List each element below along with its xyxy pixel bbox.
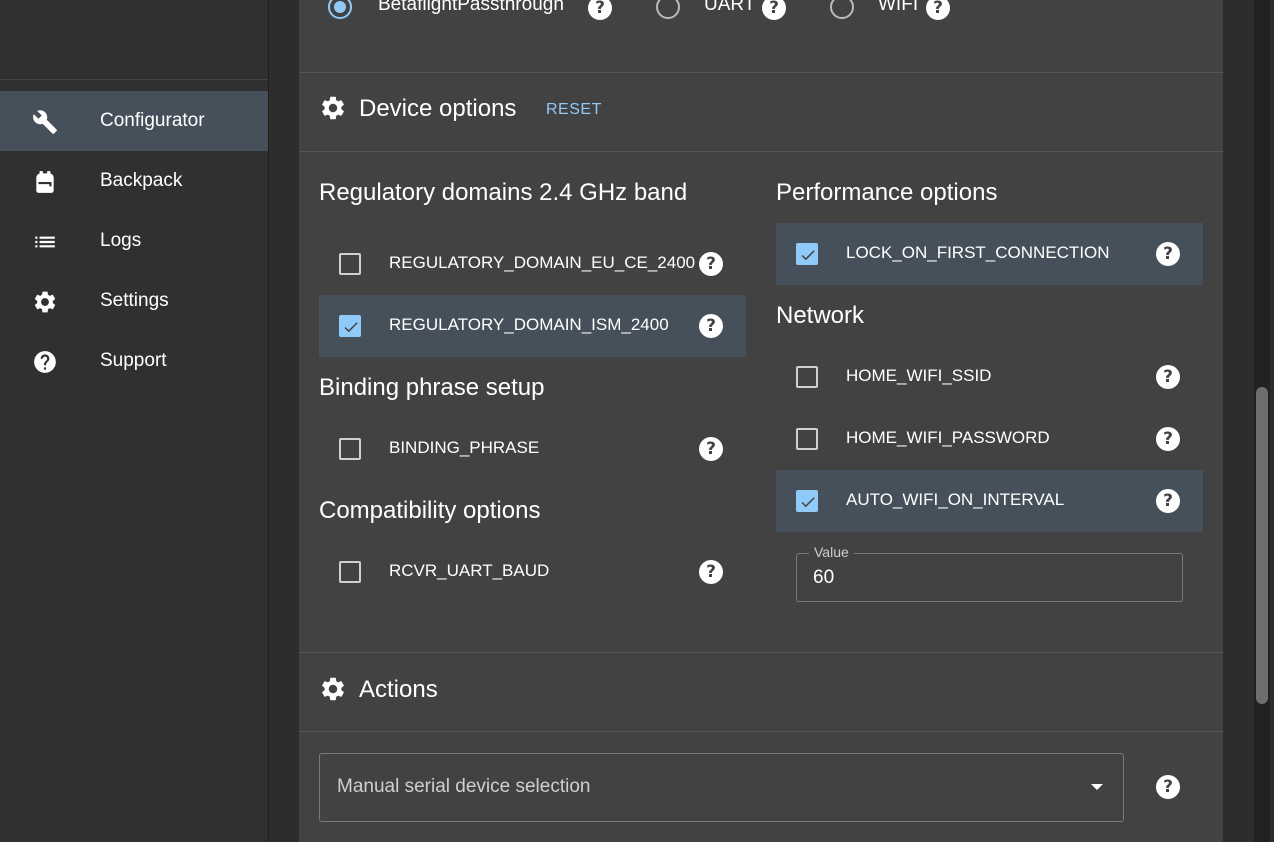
option-label: REGULATORY_DOMAIN_ISM_2400 (389, 315, 669, 334)
checkbox[interactable] (339, 315, 361, 337)
gear-icon (322, 96, 344, 120)
help-icon[interactable]: ? (762, 0, 786, 20)
sidebar-item-label: Backpack (100, 170, 183, 191)
radio-betaflight-passthrough[interactable] (328, 0, 352, 19)
option-label: HOME_WIFI_SSID (846, 366, 992, 385)
check-icon (801, 250, 815, 261)
option-regulatory-eu-ce-2400[interactable]: REGULATORY_DOMAIN_EU_CE_2400 ? (319, 233, 746, 295)
sidebar-item-settings[interactable]: Settings (0, 271, 268, 331)
scrollbar-thumb[interactable] (1256, 387, 1268, 704)
help-icon[interactable]: ? (926, 0, 950, 20)
checkbox[interactable] (796, 428, 818, 450)
divider (299, 72, 1223, 73)
main-content: BetaflightPassthrough ? UART ? WIFI ? De… (269, 0, 1274, 842)
serial-device-select[interactable]: Manual serial device selection (319, 753, 1124, 822)
option-label: REGULATORY_DOMAIN_EU_CE_2400 (389, 253, 696, 272)
option-label: LOCK_ON_FIRST_CONNECTION (846, 243, 1110, 262)
chevron-down-icon (1091, 784, 1103, 790)
reset-button[interactable]: RESET (546, 101, 602, 119)
check-icon (344, 322, 358, 333)
performance-options-title: Performance options (776, 179, 998, 206)
radio-label: BetaflightPassthrough (378, 0, 564, 15)
checkbox[interactable] (339, 438, 361, 460)
divider (299, 731, 1223, 732)
option-home-wifi-password[interactable]: HOME_WIFI_PASSWORD ? (776, 408, 1203, 470)
option-lock-on-first-connection[interactable]: LOCK_ON_FIRST_CONNECTION ? (776, 223, 1203, 285)
radio-uart[interactable] (656, 0, 680, 19)
option-regulatory-ism-2400[interactable]: REGULATORY_DOMAIN_ISM_2400 ? (319, 295, 746, 357)
check-icon (801, 497, 815, 508)
help-icon[interactable]: ? (1156, 489, 1180, 513)
help-icon[interactable]: ? (699, 252, 723, 276)
divider (299, 652, 1223, 653)
help-icon[interactable]: ? (699, 560, 723, 584)
sidebar-item-label: Support (100, 350, 167, 371)
help-icon[interactable]: ? (1156, 242, 1180, 266)
wrench-icon (33, 110, 57, 134)
gear-icon (34, 291, 56, 313)
help-icon[interactable]: ? (699, 437, 723, 461)
auto-wifi-interval-field[interactable]: Value (796, 544, 1183, 602)
device-options-title: Device options (359, 95, 517, 122)
checkbox[interactable] (796, 243, 818, 265)
options-panel: BetaflightPassthrough ? UART ? WIFI ? De… (299, 0, 1223, 842)
option-label: BINDING_PHRASE (389, 438, 540, 457)
help-circle-icon (34, 351, 56, 373)
sidebar-item-backpack[interactable]: Backpack (0, 151, 268, 211)
sidebar-header-spacer (0, 0, 268, 80)
checkbox[interactable] (796, 366, 818, 388)
option-label: AUTO_WIFI_ON_INTERVAL (846, 490, 1065, 509)
option-auto-wifi-on-interval[interactable]: AUTO_WIFI_ON_INTERVAL ? (776, 470, 1203, 532)
option-home-wifi-ssid[interactable]: HOME_WIFI_SSID ? (776, 346, 1203, 408)
serial-device-select-placeholder: Manual serial device selection (337, 776, 591, 797)
value-field-label: Value (809, 544, 854, 560)
checkbox[interactable] (339, 561, 361, 583)
radio-label: WIFI (878, 0, 919, 15)
sidebar-item-label: Logs (100, 230, 142, 251)
list-icon (35, 236, 55, 248)
help-icon[interactable]: ? (588, 0, 612, 20)
option-label: RCVR_UART_BAUD (389, 561, 550, 580)
gear-icon (322, 677, 344, 701)
backpack-icon (36, 171, 54, 193)
network-title: Network (776, 302, 865, 329)
sidebar: Configurator Backpack Logs Settings Supp… (0, 0, 269, 842)
actions-title: Actions (359, 676, 438, 703)
divider (299, 151, 1223, 152)
compatibility-options-title: Compatibility options (319, 497, 541, 524)
radio-label: UART (704, 0, 756, 15)
option-rcvr-uart-baud[interactable]: RCVR_UART_BAUD ? (319, 541, 746, 603)
regulatory-domains-title: Regulatory domains 2.4 GHz band (319, 179, 688, 206)
help-icon[interactable]: ? (699, 314, 723, 338)
help-icon[interactable]: ? (1156, 365, 1180, 389)
help-icon[interactable]: ? (1156, 427, 1180, 451)
sidebar-item-label: Settings (100, 290, 169, 311)
sidebar-item-support[interactable]: Support (0, 331, 268, 391)
help-icon[interactable]: ? (1156, 775, 1180, 799)
radio-wifi[interactable] (830, 0, 854, 19)
auto-wifi-interval-input[interactable] (813, 567, 1113, 589)
sidebar-item-label: Configurator (100, 110, 205, 131)
checkbox[interactable] (339, 253, 361, 275)
checkbox[interactable] (796, 490, 818, 512)
sidebar-item-logs[interactable]: Logs (0, 211, 268, 271)
option-label: HOME_WIFI_PASSWORD (846, 428, 1050, 447)
binding-phrase-title: Binding phrase setup (319, 374, 545, 401)
option-binding-phrase[interactable]: BINDING_PHRASE ? (319, 418, 746, 480)
sidebar-item-configurator[interactable]: Configurator (0, 91, 268, 151)
